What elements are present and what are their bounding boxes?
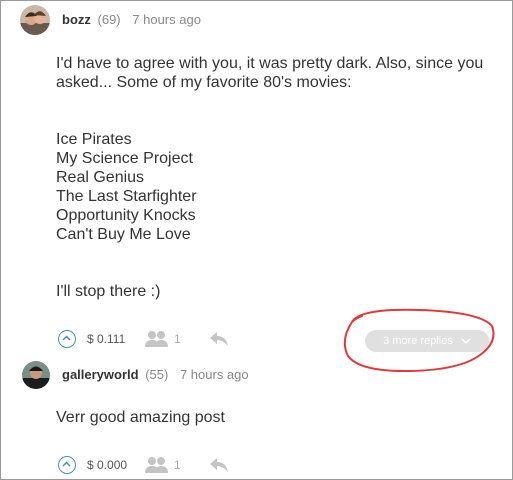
vote-count[interactable]: 1 — [174, 332, 181, 346]
timestamp[interactable]: 7 hours ago — [132, 12, 201, 27]
body-line: The Last Starfighter — [56, 188, 197, 205]
upvote-button[interactable] — [58, 330, 76, 348]
body-line: I'd have to agree with you, it was prett… — [56, 55, 484, 72]
body-line: Opportunity Knocks — [56, 207, 196, 224]
avatar-image — [20, 5, 50, 35]
comment-body: I'd have to agree with you, it was prett… — [56, 54, 483, 301]
upvote-button[interactable] — [58, 456, 76, 474]
body-line: Verr good amazing post — [56, 409, 225, 426]
body-line: My Science Project — [56, 150, 193, 167]
comment-actions: $ 0.000 1 — [58, 456, 258, 480]
body-line — [56, 263, 483, 282]
comment-body: Verr good amazing post — [56, 408, 225, 427]
body-line: asked... Some of my favorite 80's movies… — [56, 74, 352, 91]
reputation: (55) — [145, 367, 169, 382]
body-line: Ice Pirates — [56, 131, 132, 148]
avatar[interactable] — [20, 5, 50, 35]
reply-arrow-icon[interactable] — [208, 330, 230, 348]
people-icon[interactable] — [144, 330, 170, 348]
body-line: I'll stop there :) — [56, 283, 161, 300]
payout-value[interactable]: $ 0.000 — [87, 458, 127, 472]
more-replies-label: 3 more replies — [383, 335, 453, 347]
comment-meta: galleryworld (55) 7 hours ago — [62, 367, 249, 382]
body-line: Real Genius — [56, 169, 145, 186]
body-line: Can't Buy Me Love — [56, 226, 191, 243]
body-line — [56, 111, 483, 130]
reply-arrow-icon[interactable] — [208, 456, 230, 474]
payout-value[interactable]: $ 0.111 — [87, 332, 125, 346]
vote-count[interactable]: 1 — [174, 458, 181, 472]
more-replies-button[interactable]: 3 more replies — [365, 330, 489, 352]
chevron-up-icon — [62, 335, 71, 341]
timestamp[interactable]: 7 hours ago — [180, 367, 249, 382]
comment-meta: bozz (69) 7 hours ago — [62, 12, 201, 27]
body-line — [56, 244, 483, 263]
avatar[interactable] — [22, 361, 50, 389]
username[interactable]: bozz — [62, 12, 91, 27]
avatar-image — [22, 361, 50, 389]
chevron-up-icon — [62, 461, 71, 467]
body-line — [56, 92, 483, 111]
reputation: (69) — [97, 12, 121, 27]
comment-actions: $ 0.111 1 — [58, 330, 258, 354]
chevron-down-icon — [461, 337, 471, 344]
people-icon[interactable] — [144, 456, 170, 474]
username[interactable]: galleryworld — [62, 367, 139, 382]
